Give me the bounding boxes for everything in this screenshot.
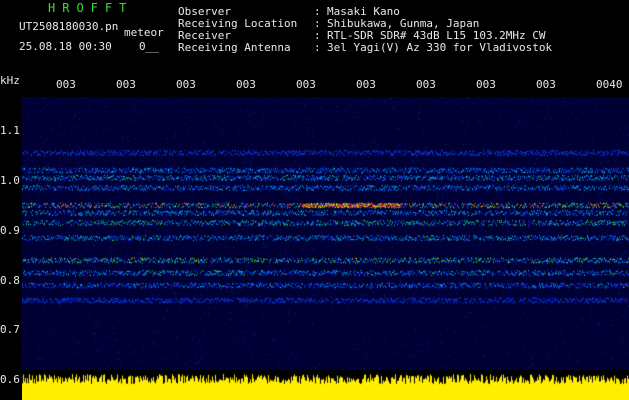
mode-label: meteor xyxy=(124,26,164,39)
info-value-antenna: 3el Yagi(V) Az 330 for Vladivostok xyxy=(327,41,553,54)
info-label-antenna: Receiving Antenna xyxy=(178,41,291,54)
datetime-label: 25.08.18 00:30 xyxy=(19,40,112,53)
x-tick-label: 003 xyxy=(416,78,436,91)
counter-label: 0__ xyxy=(139,40,159,53)
x-tick-label: 003 xyxy=(236,78,256,91)
y-tick-label: 0.8 xyxy=(0,274,20,287)
y-tick-label: 0.7 xyxy=(0,323,20,336)
x-tick-label: 003 xyxy=(56,78,76,91)
x-tick-label: 003 xyxy=(296,78,316,91)
info-sep: : xyxy=(314,41,321,54)
y-tick-label: 0.6 xyxy=(0,373,20,386)
program-title: HROFFT xyxy=(48,1,134,15)
x-tick-label: 003 xyxy=(116,78,136,91)
signal-power-bar xyxy=(22,370,629,400)
x-tick-label: 003 xyxy=(536,78,556,91)
y-tick-label: 1.0 xyxy=(0,174,20,187)
filename-label: UT2508180030.pn xyxy=(19,20,119,33)
y-axis-unit: kHz xyxy=(0,74,20,87)
y-tick-label: 1.1 xyxy=(0,124,20,137)
x-tick-label: 003 xyxy=(476,78,496,91)
spectrogram-canvas xyxy=(22,97,629,370)
x-tick-label: 003 xyxy=(176,78,196,91)
y-tick-label: 0.9 xyxy=(0,224,20,237)
x-tick-label: 0040 xyxy=(596,78,623,91)
x-tick-label: 003 xyxy=(356,78,376,91)
